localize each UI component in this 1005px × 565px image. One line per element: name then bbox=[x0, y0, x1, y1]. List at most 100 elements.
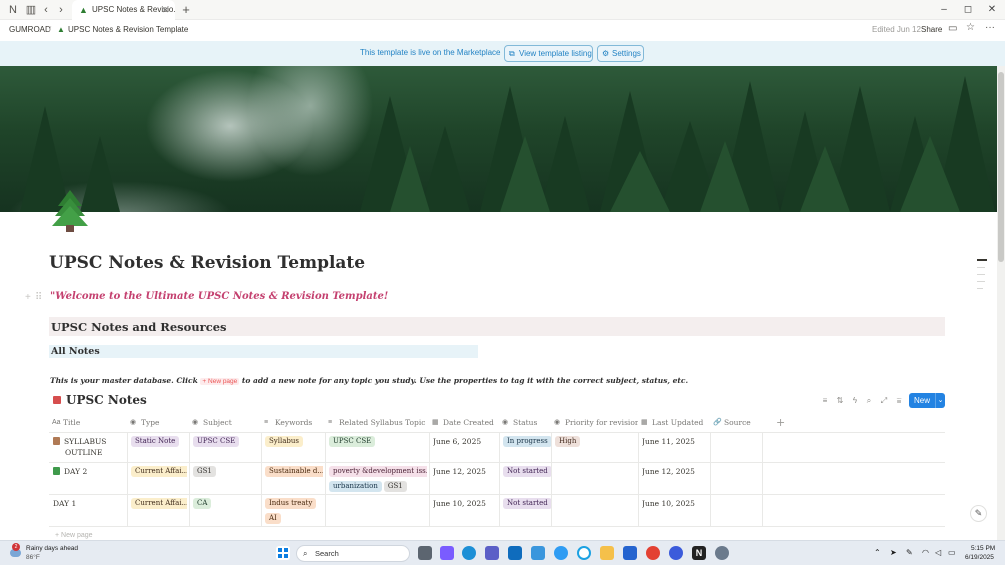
sort-icon[interactable]: ⇅ bbox=[834, 395, 846, 407]
table-of-contents-minimap[interactable] bbox=[977, 259, 987, 295]
table-row-title[interactable]: DAY 2 bbox=[53, 466, 125, 477]
wifi-icon[interactable]: ◠ bbox=[922, 548, 929, 557]
column-header-title[interactable]: Aa Title bbox=[49, 414, 127, 432]
new-tab-button[interactable]: + bbox=[179, 3, 193, 17]
row-keywords[interactable]: Indus treaty AI bbox=[265, 497, 323, 527]
todo-icon[interactable] bbox=[623, 546, 637, 560]
automation-icon[interactable]: ϟ bbox=[849, 395, 861, 407]
view-template-listing-button[interactable]: ⧉ View template listing bbox=[504, 45, 593, 62]
row-last-updated[interactable]: June 10, 2025 bbox=[642, 498, 708, 509]
edge-browser-icon[interactable] bbox=[462, 546, 476, 560]
database-title[interactable]: UPSC Notes bbox=[66, 393, 147, 407]
new-entry-button[interactable]: New ⌄ bbox=[909, 393, 945, 408]
table-row-title[interactable]: DAY 1 bbox=[53, 498, 125, 509]
expand-icon[interactable]: ⤢ bbox=[878, 395, 890, 407]
drag-handle-icon[interactable]: ⠿ bbox=[35, 292, 42, 303]
volume-icon[interactable]: ◁ bbox=[935, 548, 941, 557]
tree-icon[interactable] bbox=[50, 188, 90, 234]
back-arrow-icon[interactable]: ‹ bbox=[39, 3, 53, 17]
breadcrumb-workspace[interactable]: GUMROAD bbox=[9, 24, 51, 36]
settings-button[interactable]: ⚙ Settings bbox=[597, 45, 644, 62]
column-header-priority[interactable]: ◉ Priority for revision bbox=[551, 414, 638, 432]
copilot-icon[interactable] bbox=[440, 546, 454, 560]
restore-button[interactable]: ◻ bbox=[960, 2, 976, 18]
column-header-keywords[interactable]: ≡ Keywords bbox=[261, 414, 325, 432]
windows-start-icon[interactable] bbox=[276, 546, 290, 560]
row-status[interactable]: Not started bbox=[503, 465, 551, 480]
keyword-tag: Indus treaty bbox=[265, 498, 317, 509]
column-header-subject[interactable]: ◉ Subject bbox=[189, 414, 261, 432]
more-options-icon[interactable]: ··· bbox=[985, 22, 995, 34]
row-last-updated[interactable]: June 12, 2025 bbox=[642, 466, 708, 477]
row-keywords[interactable]: Syllabus bbox=[265, 435, 323, 450]
add-property-button[interactable]: + bbox=[762, 414, 792, 432]
close-tab-icon[interactable]: ✕ bbox=[161, 0, 169, 20]
chevron-down-icon[interactable]: ⌄ bbox=[935, 393, 945, 408]
row-syllabus-topic[interactable]: poverty &development iss... urbanization G… bbox=[329, 465, 427, 495]
tray-chevron-icon[interactable]: ⌃ bbox=[874, 548, 881, 557]
pen-icon[interactable]: ✎ bbox=[906, 548, 913, 557]
description-suffix: to add a new note for any topic you stud… bbox=[241, 376, 689, 385]
scrollbar-thumb[interactable] bbox=[998, 72, 1004, 262]
column-header-source[interactable]: 🔗 Source bbox=[710, 414, 762, 432]
teams-icon[interactable] bbox=[485, 546, 499, 560]
row-status[interactable]: In progress bbox=[503, 435, 551, 450]
forward-arrow-icon[interactable]: › bbox=[54, 3, 68, 17]
table-row-title[interactable]: SYLLABUS OUTLINE bbox=[53, 436, 125, 458]
column-header-type[interactable]: ◉ Type bbox=[127, 414, 189, 432]
row-keywords[interactable]: Sustainable d... bbox=[265, 465, 323, 480]
file-explorer-icon[interactable] bbox=[600, 546, 614, 560]
task-view-icon[interactable] bbox=[418, 546, 432, 560]
add-block-icon[interactable]: + bbox=[25, 292, 31, 303]
notion-app-icon[interactable]: N bbox=[6, 3, 20, 17]
share-button[interactable]: Share bbox=[921, 24, 942, 36]
browser-icon[interactable] bbox=[554, 546, 568, 560]
chrome-profile-icon[interactable] bbox=[669, 546, 683, 560]
edit-pen-icon[interactable]: ✎ bbox=[970, 505, 987, 522]
star-icon[interactable]: ☆ bbox=[966, 22, 975, 34]
weather-rain-icon[interactable]: 2 bbox=[8, 543, 22, 559]
battery-icon[interactable]: ▭ bbox=[948, 548, 956, 557]
row-type[interactable]: Current Affai... bbox=[131, 465, 187, 480]
row-date-created[interactable]: June 10, 2025 bbox=[433, 498, 497, 509]
weather-title[interactable]: Rainy days ahead bbox=[26, 545, 78, 552]
row-subject[interactable]: UPSC CSE bbox=[193, 435, 259, 450]
row-subject[interactable]: CA bbox=[193, 497, 259, 512]
comments-icon[interactable]: ▭ bbox=[948, 23, 957, 35]
settings-gear-icon[interactable] bbox=[715, 546, 729, 560]
view-settings-icon[interactable]: ⩸ bbox=[893, 395, 905, 407]
cover-image[interactable] bbox=[0, 66, 997, 212]
column-header-related-syllabus-topic[interactable]: ≡ Related Syllabus Topic bbox=[325, 414, 429, 432]
column-header-last-updated[interactable]: ▦ Last Updated bbox=[638, 414, 710, 432]
breadcrumb-page[interactable]: UPSC Notes & Revision Template bbox=[68, 24, 188, 36]
sidebar-toggle-icon[interactable]: ▥ bbox=[24, 3, 38, 17]
clock-date[interactable]: 6/19/2025 bbox=[965, 554, 994, 561]
outlook-icon[interactable] bbox=[508, 546, 522, 560]
chrome-icon[interactable] bbox=[646, 546, 660, 560]
row-type[interactable]: Static Note bbox=[131, 435, 187, 450]
row-date-created[interactable]: June 12, 2025 bbox=[433, 466, 497, 477]
row-last-updated[interactable]: June 11, 2025 bbox=[642, 436, 708, 447]
close-window-button[interactable]: ✕ bbox=[984, 2, 1000, 18]
location-icon[interactable]: ➤ bbox=[890, 548, 897, 557]
column-header-status[interactable]: ◉ Status bbox=[499, 414, 551, 432]
row-type[interactable]: Current Affai... bbox=[131, 497, 187, 512]
new-page-row[interactable]: + New page bbox=[55, 532, 93, 539]
taskbar-search[interactable]: ⌕ Search bbox=[296, 545, 410, 562]
row-subject[interactable]: GS1 bbox=[193, 465, 259, 480]
column-header-date-created[interactable]: ▦ Date Created bbox=[429, 414, 499, 432]
tab-upsc-notes[interactable]: ▲ UPSC Notes & Revisio... ✕ bbox=[72, 0, 175, 20]
row-status[interactable]: Not started bbox=[503, 497, 551, 512]
search-icon[interactable]: ⌕ bbox=[863, 395, 875, 407]
row-date-created[interactable]: June 6, 2025 bbox=[433, 436, 497, 447]
notion-taskbar-icon[interactable]: N bbox=[692, 546, 706, 560]
page-scrollbar[interactable] bbox=[997, 66, 1005, 540]
clock-time[interactable]: 5:15 PM bbox=[971, 545, 995, 552]
multi-select-icon: ≡ bbox=[328, 419, 333, 426]
store-icon[interactable] bbox=[531, 546, 545, 560]
filter-icon[interactable]: ≡ bbox=[819, 395, 831, 407]
minimize-button[interactable]: – bbox=[936, 2, 952, 18]
row-syllabus-topic[interactable]: UPSC CSE bbox=[329, 435, 427, 450]
cortana-icon[interactable] bbox=[577, 546, 591, 560]
row-priority[interactable]: High bbox=[555, 435, 635, 450]
